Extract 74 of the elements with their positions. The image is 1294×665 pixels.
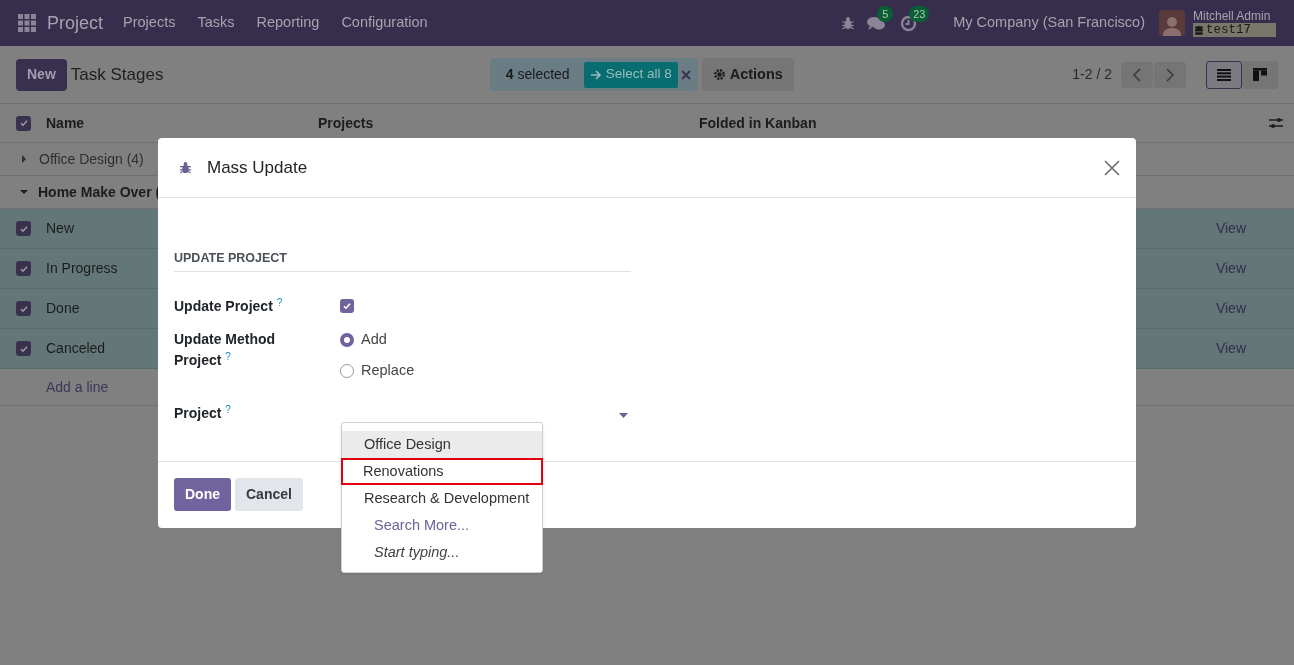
page-title: Task Stages xyxy=(70,63,165,86)
gear-icon xyxy=(712,68,726,81)
check-icon xyxy=(18,118,29,128)
arrow-icon xyxy=(589,69,602,80)
help-tooltip[interactable]: ? xyxy=(276,296,283,308)
apps-menu-icon[interactable] xyxy=(18,14,36,32)
activity-count-badge: 23 xyxy=(909,5,930,22)
bug-icon xyxy=(179,161,192,174)
field-label: Project $^{?}$ xyxy=(174,403,232,423)
done-button[interactable]: Done xyxy=(174,478,231,511)
user-name[interactable]: Mitchell Admin xyxy=(1193,9,1276,23)
list-view-button[interactable] xyxy=(1206,60,1242,89)
checkbox[interactable] xyxy=(16,115,31,131)
help-tooltip[interactable]: ? xyxy=(225,404,231,415)
menu-item[interactable]: Configuration xyxy=(330,12,439,34)
message-count-badge: 5 xyxy=(877,5,894,22)
checkbox[interactable] xyxy=(16,261,31,276)
app-title[interactable]: Project xyxy=(47,9,104,37)
check-icon xyxy=(18,303,29,314)
actions-button[interactable]: Actions xyxy=(701,58,794,91)
kanban-view-button[interactable] xyxy=(1242,60,1278,89)
dropdown-option[interactable]: Renovations xyxy=(341,458,543,485)
view-link[interactable]: View xyxy=(1215,258,1246,279)
group-label: Office Design (4) xyxy=(39,149,144,169)
avatar[interactable] xyxy=(1159,10,1185,36)
view-link[interactable]: View xyxy=(1215,338,1246,359)
search-more-link[interactable]: Search More... xyxy=(342,512,542,539)
dialog-title: Mass Update xyxy=(207,156,309,179)
cancel-button[interactable]: Cancel xyxy=(235,478,303,511)
menu-item[interactable]: Tasks xyxy=(186,12,246,34)
view-link[interactable]: View xyxy=(1215,218,1246,239)
table-cell-text: New xyxy=(46,219,74,238)
radio-option[interactable]: Replace xyxy=(340,360,415,381)
checkbox[interactable] xyxy=(340,299,354,313)
table-cell-text: Canceled xyxy=(46,339,106,358)
view-link[interactable]: View xyxy=(1215,298,1246,319)
close-icon[interactable] xyxy=(680,69,691,80)
caret-icon xyxy=(619,412,628,418)
column-header[interactable]: Folded in Kanban xyxy=(699,112,1269,134)
list-icon xyxy=(1217,68,1231,81)
radio-option[interactable]: Add xyxy=(340,329,415,350)
checkbox[interactable] xyxy=(16,341,31,356)
database-badge: test17 xyxy=(1193,23,1276,37)
menu-item[interactable]: Projects xyxy=(112,12,187,34)
pager-value[interactable]: 1-2 / 2 xyxy=(1072,64,1112,85)
dropdown-option[interactable]: Research & Development xyxy=(342,485,542,512)
check-icon xyxy=(18,223,29,234)
column-settings-icon[interactable] xyxy=(1269,117,1283,129)
check-icon xyxy=(18,343,29,354)
company-name[interactable]: My Company (San Francisco) xyxy=(953,12,1145,34)
caret-icon xyxy=(19,188,29,196)
selected-count: 4 selected xyxy=(505,65,570,84)
field-label: Update Method Project $^{?}$ xyxy=(174,330,277,370)
hint-text: Start typing... xyxy=(373,542,461,562)
table-cell-text: In Progress xyxy=(46,259,118,278)
checkbox[interactable] xyxy=(16,221,31,236)
kanban-icon xyxy=(1253,68,1267,81)
select-all-button[interactable]: Select all 8 xyxy=(583,61,678,88)
menu-item[interactable]: Reporting xyxy=(245,12,331,34)
help-tooltip[interactable]: ? xyxy=(225,351,231,362)
check-icon xyxy=(342,301,352,311)
check-icon xyxy=(18,263,29,274)
dropdown-option[interactable]: Office Design xyxy=(342,431,542,458)
field-label: Update Project $^{?}$ xyxy=(174,295,284,316)
table-cell-text: Done xyxy=(46,299,80,318)
column-header[interactable]: Name xyxy=(46,112,318,134)
new-button[interactable]: New xyxy=(16,58,67,91)
section-title: UPDATE PROJECT xyxy=(174,251,287,265)
add-line-link[interactable]: Add a line xyxy=(46,376,109,398)
bug-icon[interactable] xyxy=(841,16,856,30)
column-header[interactable]: Projects xyxy=(318,112,699,134)
close-icon[interactable] xyxy=(1104,159,1120,176)
checkbox[interactable] xyxy=(16,301,31,316)
caret-icon xyxy=(20,154,28,164)
